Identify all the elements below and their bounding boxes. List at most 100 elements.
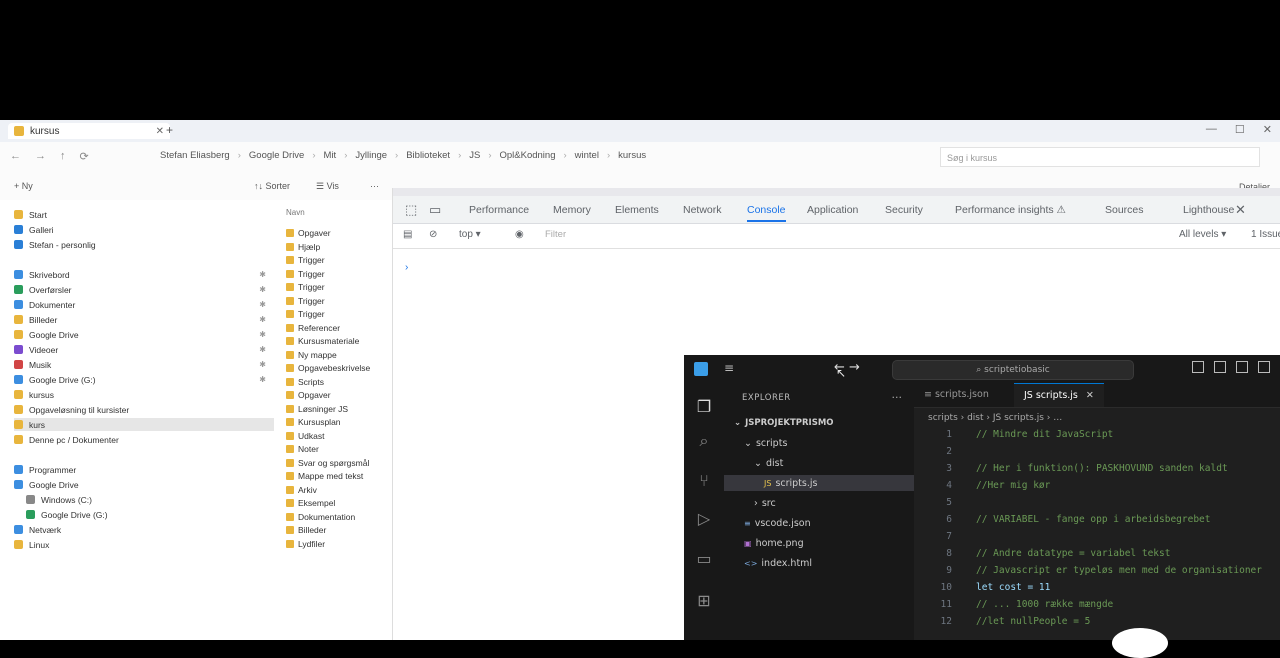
- tree-item[interactable]: ▣ home.png: [724, 535, 914, 551]
- sidebar-item[interactable]: Opgaveløsning til kursister: [14, 403, 274, 416]
- minimize-button[interactable]: —: [1206, 123, 1217, 136]
- sidebar-item[interactable]: Overførsler ✱: [14, 283, 274, 296]
- file-row[interactable]: Udkast: [286, 431, 324, 441]
- search-icon[interactable]: ⌕: [694, 431, 714, 451]
- devtools-tab[interactable]: Sources: [1105, 204, 1144, 216]
- pin-icon[interactable]: ✱: [259, 360, 266, 369]
- sidebar-item[interactable]: kurs: [14, 418, 274, 431]
- tree-item[interactable]: JS scripts.js: [724, 475, 914, 491]
- pin-icon[interactable]: ✱: [259, 315, 266, 324]
- device-toggle-icon[interactable]: ▭: [429, 202, 441, 218]
- editor-tab[interactable]: JS scripts.js ✕: [1014, 383, 1104, 407]
- menu-icon[interactable]: ≡: [724, 361, 734, 375]
- chevron-icon[interactable]: ›: [754, 498, 758, 509]
- chevron-icon[interactable]: ⌄: [744, 438, 752, 449]
- chevron-icon[interactable]: ⌄: [754, 458, 762, 469]
- file-row[interactable]: Trigger: [286, 296, 325, 306]
- file-row[interactable]: Svar og spørgsmål: [286, 458, 369, 468]
- sidebar-item[interactable]: Windows (C:): [26, 493, 274, 506]
- file-row[interactable]: Referencer: [286, 323, 340, 333]
- sidebar-item[interactable]: Musik ✱: [14, 358, 274, 371]
- search-input[interactable]: Søg i kursus: [940, 147, 1260, 167]
- close-tab-icon[interactable]: ✕: [1086, 390, 1094, 401]
- file-row[interactable]: Løsninger JS: [286, 404, 348, 414]
- toggle-sidebar-icon[interactable]: [1192, 361, 1204, 373]
- clear-console-icon[interactable]: ⊘: [429, 229, 437, 240]
- breadcrumb-separator-icon[interactable]: ›: [238, 150, 241, 161]
- breadcrumb-item[interactable]: JS: [469, 150, 480, 161]
- breadcrumb-separator-icon[interactable]: ›: [344, 150, 347, 161]
- sidebar-item[interactable]: Billeder ✱: [14, 313, 274, 326]
- sort-button[interactable]: ↑↓ Sorter: [254, 181, 290, 191]
- devtools-tab[interactable]: Application: [807, 204, 858, 216]
- sidebar-more-icon[interactable]: ···: [892, 391, 903, 404]
- editor-tab[interactable]: ≡ scripts.json: [914, 383, 999, 407]
- file-row[interactable]: Mappe med tekst: [286, 471, 363, 481]
- devtools-tab[interactable]: Network: [683, 204, 722, 216]
- sidebar-item[interactable]: Programmer: [14, 463, 274, 476]
- code-line[interactable]: 10 let cost = 11: [914, 582, 1280, 599]
- view-button[interactable]: ☰ Vis: [316, 181, 339, 192]
- pin-icon[interactable]: ✱: [259, 300, 266, 309]
- file-row[interactable]: Trigger: [286, 282, 325, 292]
- file-row[interactable]: Lydfiler: [286, 539, 325, 549]
- explorer-tab[interactable]: kursus ✕: [8, 123, 170, 139]
- devtools-tab[interactable]: Console: [747, 204, 786, 222]
- refresh-button[interactable]: ⟳: [80, 150, 89, 163]
- code-line[interactable]: 2: [914, 446, 1280, 463]
- pin-icon[interactable]: ✱: [259, 285, 266, 294]
- file-row[interactable]: Scripts: [286, 377, 324, 387]
- devtools-tab[interactable]: Performance: [469, 204, 529, 216]
- file-row[interactable]: Opgaver: [286, 390, 331, 400]
- breadcrumb-item[interactable]: Stefan Eliasberg: [160, 150, 230, 161]
- breadcrumb-separator-icon[interactable]: ›: [563, 150, 566, 161]
- tree-item[interactable]: ⌄ dist: [724, 455, 914, 471]
- sidebar-item[interactable]: Linux: [14, 538, 274, 551]
- file-row[interactable]: Kursusmateriale: [286, 336, 359, 346]
- back-button[interactable]: ←: [10, 150, 21, 163]
- breadcrumb-separator-icon[interactable]: ›: [488, 150, 491, 161]
- code-line[interactable]: 6 // VARIABEL - fange opp i arbeidsbegreb…: [914, 514, 1280, 531]
- devtools-tab[interactable]: Memory: [553, 204, 591, 216]
- pin-icon[interactable]: ✱: [259, 330, 266, 339]
- breadcrumb-separator-icon[interactable]: ›: [607, 150, 610, 161]
- chevron-icon[interactable]: ⌄: [734, 418, 741, 428]
- forward-button[interactable]: →: [35, 150, 46, 163]
- devtools-tab[interactable]: Lighthouse: [1183, 204, 1234, 216]
- file-row[interactable]: Kursusplan: [286, 417, 341, 427]
- file-row[interactable]: Trigger: [286, 269, 325, 279]
- new-tab-button[interactable]: +: [166, 123, 173, 137]
- sidebar-item[interactable]: Denne pc / Dokumenter: [14, 433, 274, 446]
- sidebar-item[interactable]: Google Drive (G:) ✱: [14, 373, 274, 386]
- code-line[interactable]: 5: [914, 497, 1280, 514]
- run-debug-icon[interactable]: ▷: [694, 509, 714, 529]
- file-row[interactable]: Trigger: [286, 255, 325, 265]
- file-row[interactable]: Noter: [286, 444, 319, 454]
- explorer-icon[interactable]: ❐: [694, 397, 714, 417]
- eye-icon[interactable]: ◉: [515, 229, 524, 240]
- remote-explorer-icon[interactable]: ▭: [694, 549, 714, 569]
- breadcrumb-item[interactable]: Opl&Kodning: [500, 150, 556, 161]
- inspect-icon[interactable]: ⬚: [405, 202, 417, 218]
- sidebar-item[interactable]: Dokumenter ✱: [14, 298, 274, 311]
- breadcrumb-separator-icon[interactable]: ›: [458, 150, 461, 161]
- file-row[interactable]: Opgaver: [286, 228, 331, 238]
- column-header-name[interactable]: Navn: [286, 208, 305, 217]
- breadcrumb-item[interactable]: Biblioteket: [406, 150, 450, 161]
- close-window-button[interactable]: ✕: [1263, 123, 1272, 136]
- devtools-tab[interactable]: Performance insights ⚠: [955, 204, 1066, 216]
- sidebar-item[interactable]: Google Drive ✱: [14, 328, 274, 341]
- breadcrumb-separator-icon[interactable]: ›: [312, 150, 315, 161]
- pin-icon[interactable]: ✱: [259, 270, 266, 279]
- pin-icon[interactable]: ✱: [259, 375, 266, 384]
- console-prompt[interactable]: ›: [405, 262, 408, 273]
- log-levels-select[interactable]: All levels ▾: [1179, 229, 1226, 240]
- sidebar-item[interactable]: kursus: [14, 388, 274, 401]
- sidebar-item[interactable]: Start: [14, 208, 274, 221]
- new-button[interactable]: + Ny: [14, 181, 33, 191]
- context-select[interactable]: top ▾: [459, 229, 481, 240]
- sidebar-toggle-icon[interactable]: ▤: [403, 229, 412, 240]
- sidebar-item[interactable]: Galleri: [14, 223, 274, 236]
- code-line[interactable]: 11 // ... 1000 række mængde: [914, 599, 1280, 616]
- breadcrumb[interactable]: Stefan Eliasberg › Google Drive › Mit › Jyllin…: [160, 150, 646, 161]
